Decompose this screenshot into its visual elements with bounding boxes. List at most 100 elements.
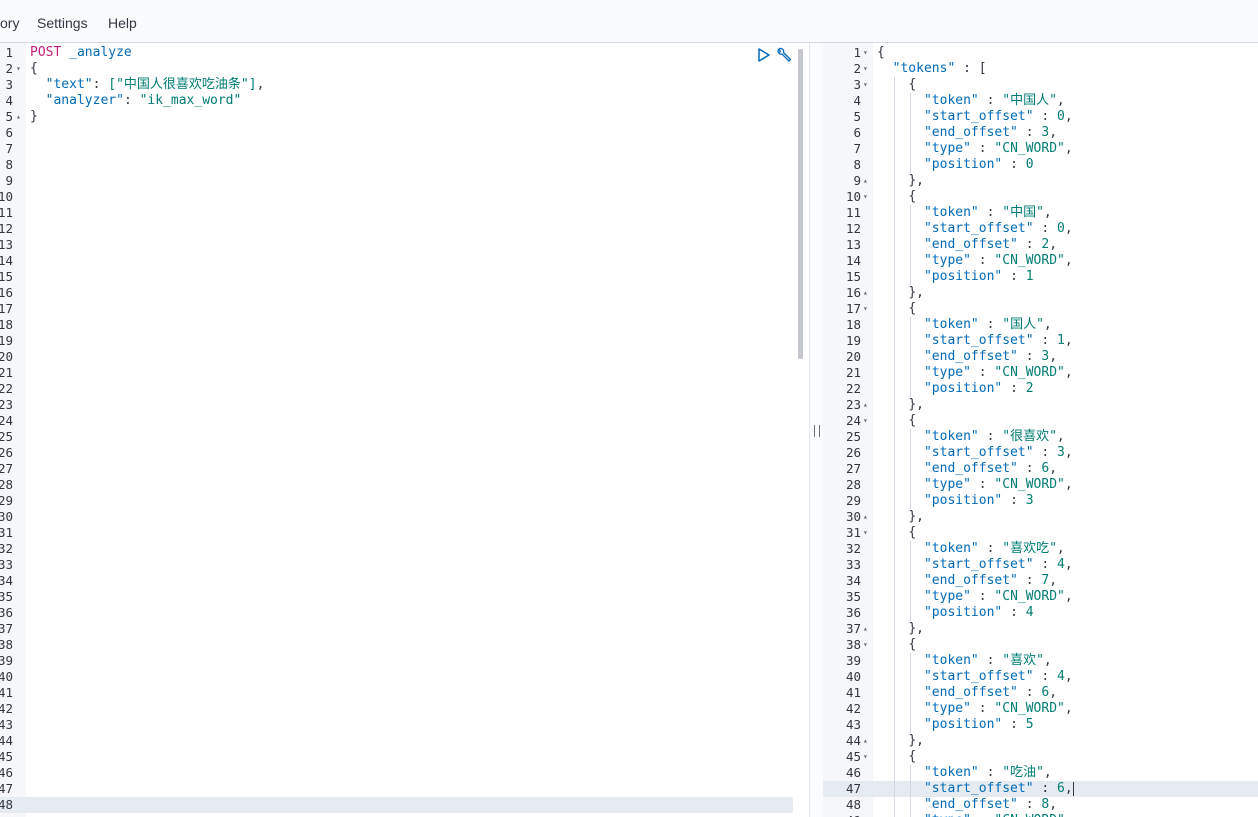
code-text: "position" : 1 (923, 269, 1034, 284)
fold-toggle-icon[interactable]: ▴ (863, 509, 868, 525)
editor-line: 28 (0, 477, 808, 493)
line-number: 37 (0, 621, 13, 636)
code-text: "start_offset" : 4, (923, 669, 1073, 684)
play-icon[interactable] (757, 47, 771, 68)
start-offset-value: 4 (1057, 669, 1065, 684)
output-line: 43 "position" : 5 (823, 717, 1258, 733)
line-number: 24 (0, 413, 13, 428)
code-text: { (908, 77, 917, 92)
editor-line: 8 (0, 157, 808, 173)
line-number: 26 (845, 445, 861, 460)
editor-line: 46 (0, 765, 808, 781)
code-text: }, (908, 285, 924, 300)
request-editor[interactable]: 1 POST _analyze 2 {▾ 3 "text": ["中国人很喜欢吃油条"]… (0, 43, 808, 817)
line-number: 5 (5, 109, 13, 124)
line-number: 24 (845, 413, 861, 428)
indent-guide (910, 653, 911, 733)
editor-line: 39 (0, 653, 808, 669)
editor-line: 23 (0, 397, 808, 413)
menu-settings[interactable]: Settings (37, 15, 88, 32)
line-number: 34 (845, 573, 861, 588)
output-line: 47 "start_offset" : 6, (823, 781, 1258, 797)
output-line: 49 "type" : "CN_WORD", (823, 813, 1258, 817)
code-text: { (877, 45, 885, 60)
fold-toggle-icon[interactable]: ▴ (863, 621, 868, 637)
editor-line: 15 (0, 269, 808, 285)
editor-line: 17 (0, 301, 808, 317)
fold-toggle-icon[interactable]: ▾ (863, 301, 868, 317)
editor-line: 24 (0, 413, 808, 429)
wrench-icon[interactable] (776, 47, 792, 68)
fold-toggle-icon[interactable]: ▾ (863, 749, 868, 765)
line-number: 35 (845, 589, 861, 604)
type-value: "CN_WORD" (994, 701, 1065, 716)
editor-line: 31 (0, 525, 808, 541)
line-number: 12 (845, 221, 861, 236)
code-text: "end_offset" : 8, (923, 797, 1058, 812)
editor-line: 11 (0, 205, 808, 221)
code-text: POST _analyze (30, 45, 132, 61)
output-line: 15 "position" : 1 (823, 269, 1258, 285)
code-text: "token" : "喜欢吃", (923, 541, 1065, 556)
token-value: "很喜欢" (1002, 429, 1057, 444)
output-line: 37 ▴ }, (823, 621, 1258, 637)
start-offset-value: 1 (1057, 333, 1065, 348)
line-number: 3 (853, 77, 861, 92)
fold-toggle-icon[interactable]: ▴ (863, 173, 868, 189)
line-number: 5 (853, 109, 861, 124)
fold-toggle-icon[interactable]: ▾ (16, 61, 21, 77)
editor-line: 48 (0, 797, 793, 813)
line-number: 40 (0, 669, 13, 684)
fold-toggle-icon[interactable]: ▴ (863, 397, 868, 413)
code-text: "start_offset" : 1, (923, 333, 1073, 348)
fold-toggle-icon[interactable]: ▾ (863, 77, 868, 93)
menu-help[interactable]: Help (108, 15, 137, 32)
response-output[interactable]: 1 ▾{2 ▾ "tokens" : [3 ▾ {4 "token" : "中国人",… (823, 43, 1258, 817)
code-text: "position" : 2 (923, 381, 1034, 396)
fold-toggle-icon[interactable]: ▾ (863, 189, 868, 205)
fold-toggle-icon[interactable]: ▴ (863, 285, 868, 301)
resize-handle-icon[interactable] (814, 425, 820, 437)
editor-line: 43 (0, 717, 808, 733)
code-text: }, (908, 621, 924, 636)
editor-line: 38 (0, 637, 808, 653)
code-text: "start_offset" : 6, (923, 781, 1074, 796)
editor-scrollbar[interactable] (798, 49, 803, 359)
line-number: 2 (5, 61, 13, 76)
code-text: "start_offset" : 0, (923, 221, 1073, 236)
output-line: 16 ▴ }, (823, 285, 1258, 301)
start-offset-value: 0 (1057, 109, 1065, 124)
code-text: "token" : "中国人", (923, 93, 1065, 108)
fold-toggle-icon[interactable]: ▾ (863, 45, 868, 61)
line-number: 20 (845, 349, 861, 364)
start-offset-value: 6 (1057, 781, 1065, 796)
line-number: 30 (845, 509, 861, 524)
line-number: 40 (845, 669, 861, 684)
line-number: 16 (0, 285, 13, 300)
fold-toggle-icon[interactable]: ▾ (863, 525, 868, 541)
line-number: 18 (845, 317, 861, 332)
fold-toggle-icon[interactable]: ▾ (863, 413, 868, 429)
fold-toggle-icon[interactable]: ▴ (863, 733, 868, 749)
line-number: 13 (845, 237, 861, 252)
editor-line: 37 (0, 621, 808, 637)
output-line: 21 "type" : "CN_WORD", (823, 365, 1258, 381)
code-text: "start_offset" : 0, (923, 109, 1073, 124)
code-text: "type" : "CN_WORD", (923, 589, 1073, 604)
fold-toggle-icon[interactable]: ▾ (863, 637, 868, 653)
output-line: 1 ▾ { (823, 45, 1258, 61)
type-value: "CN_WORD" (994, 253, 1065, 268)
line-number: 48 (845, 797, 861, 812)
code-text: "end_offset" : 2, (923, 237, 1058, 252)
editor-line: 9 (0, 173, 808, 189)
type-value: "CN_WORD" (994, 141, 1065, 156)
menu-history[interactable]: ory (0, 15, 19, 32)
value-text: ["中国人很喜欢吃油条"] (108, 77, 257, 92)
output-line: 42 "type" : "CN_WORD", (823, 701, 1258, 717)
editor-line: 44 (0, 733, 808, 749)
fold-toggle-icon[interactable]: ▴ (16, 109, 21, 125)
line-number: 25 (0, 429, 13, 444)
indent-guide (910, 429, 911, 509)
line-number: 7 (853, 141, 861, 156)
fold-toggle-icon[interactable]: ▾ (863, 61, 868, 77)
